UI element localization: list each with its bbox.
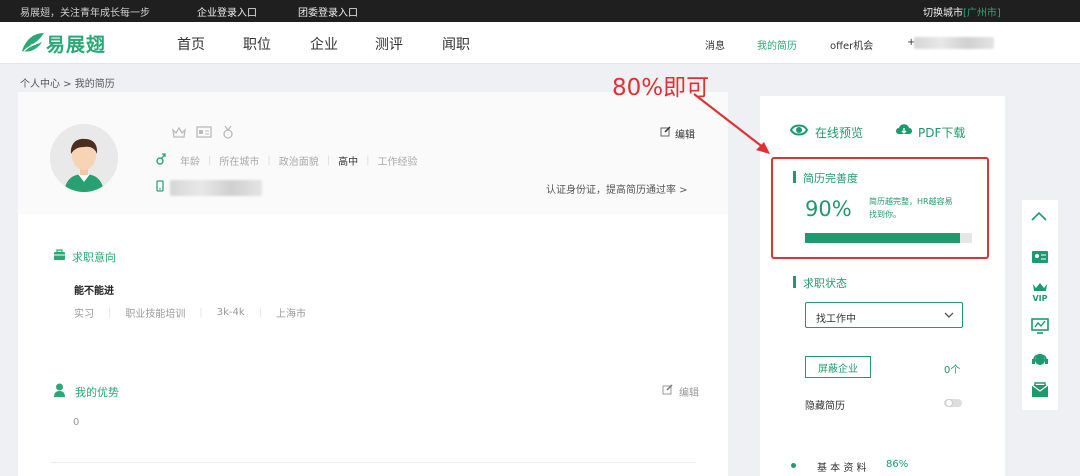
- nav-messages[interactable]: 消息: [705, 37, 725, 52]
- nav-offer[interactable]: offer机会: [830, 37, 873, 52]
- switch-city-link[interactable]: 切换城市[广州市]: [923, 4, 1001, 19]
- intention-city: 上海市: [276, 309, 307, 320]
- medal-icon[interactable]: [222, 125, 234, 139]
- nav-my-resume[interactable]: 我的简历: [757, 37, 797, 52]
- id-card-icon[interactable]: [196, 126, 212, 138]
- nav-companies[interactable]: 企业: [310, 34, 338, 54]
- vip-crown-icon[interactable]: VIP: [1029, 281, 1051, 303]
- phone-number-blurred: [170, 180, 262, 196]
- site-logo[interactable]: 易展翅: [20, 29, 106, 57]
- intention-industry: 职业技能培训: [125, 309, 186, 320]
- job-status-value: 找工作中: [816, 314, 856, 325]
- block-companies-button[interactable]: 屏蔽企业: [805, 356, 871, 378]
- hide-resume-toggle[interactable]: [944, 399, 962, 407]
- intention-type: 实习: [74, 309, 94, 320]
- avatar[interactable]: [50, 124, 118, 192]
- section-divider: [50, 462, 696, 463]
- advantage-value: 0: [73, 417, 80, 428]
- meta-age: 年龄: [180, 157, 200, 168]
- basic-info-value: 86%: [886, 459, 909, 470]
- edit-icon[interactable]: [660, 126, 671, 137]
- slogan: 易展翅，关注青年成长每一步: [20, 8, 150, 19]
- blocked-count: 0个: [944, 365, 961, 376]
- crown-icon[interactable]: [172, 126, 186, 139]
- verify-id-link[interactable]: 认证身份证，提高简历通过率 >: [546, 181, 688, 196]
- male-gender-icon: [156, 153, 166, 165]
- breadcrumb: 个人中心 > 我的简历: [20, 79, 115, 90]
- current-city[interactable]: [广州市]: [963, 8, 1001, 19]
- advantage-edit-link[interactable]: 编辑: [679, 384, 699, 399]
- job-status-select[interactable]: 找工作中: [805, 302, 963, 328]
- profile-meta-row: 年龄 | 所在城市 | 政治面貌 | 高中 | 工作经验: [180, 155, 418, 168]
- chevron-up-icon[interactable]: [1031, 211, 1047, 221]
- annotation-arrow-icon: [693, 93, 770, 154]
- intention-position: 能不能进: [74, 286, 114, 297]
- resume-card-icon[interactable]: [1029, 246, 1051, 268]
- phone-icon: [156, 180, 164, 192]
- meta-political-status: 政治面貌: [278, 157, 319, 168]
- user-icon: [54, 383, 65, 397]
- top-bar: 易展翅，关注青年成长每一步 企业登录入口 团委登录入口 切换城市[广州市]: [0, 0, 1080, 22]
- meta-city: 所在城市: [219, 157, 260, 168]
- svg-text:VIP: VIP: [1032, 294, 1047, 302]
- edit-icon[interactable]: [662, 384, 673, 395]
- pdf-download-link[interactable]: PDF下载: [918, 124, 965, 141]
- intention-tags: 实习 | 职业技能培训 | 3k-4k | 上海市: [74, 307, 307, 320]
- briefcase-icon: [54, 249, 65, 260]
- league-login-link[interactable]: 团委登录入口: [298, 4, 358, 19]
- nav-home[interactable]: 首页: [177, 34, 205, 54]
- intention-salary: 3k-4k: [216, 307, 245, 318]
- meta-education: 高中: [338, 157, 359, 168]
- company-login-link[interactable]: 企业登录入口: [197, 4, 257, 19]
- cloud-download-icon[interactable]: [895, 122, 913, 138]
- monitor-chart-icon[interactable]: [1029, 315, 1051, 337]
- hide-resume-label: 隐藏简历: [805, 401, 845, 412]
- nav-jobs[interactable]: 职位: [243, 34, 271, 54]
- basic-info-label[interactable]: 基 本 资 料: [817, 459, 867, 474]
- resume-sidebar: [760, 96, 1005, 476]
- user-phone-blurred[interactable]: [914, 37, 994, 49]
- message-envelope-icon[interactable]: [1029, 379, 1051, 401]
- eye-icon[interactable]: [790, 123, 808, 137]
- nav-news[interactable]: 闻职: [442, 34, 470, 54]
- online-preview-link[interactable]: 在线预览: [815, 124, 863, 141]
- customer-service-icon[interactable]: [1029, 349, 1051, 371]
- chevron-down-icon: [944, 312, 954, 318]
- bullet-dot: [791, 463, 796, 468]
- job-status-title: 求职状态: [803, 277, 847, 290]
- person-avatar-icon: [50, 124, 118, 192]
- meta-experience: 工作经验: [377, 157, 418, 168]
- nav-assessment[interactable]: 测评: [375, 34, 403, 54]
- logo-text: 易展翅: [46, 33, 107, 56]
- intention-title: 求职意向: [72, 251, 116, 264]
- advantage-title: 我的优势: [75, 386, 119, 399]
- wing-logo-icon: [22, 33, 44, 52]
- section-marker: [793, 276, 796, 288]
- annotation-highlight-box: [771, 157, 989, 259]
